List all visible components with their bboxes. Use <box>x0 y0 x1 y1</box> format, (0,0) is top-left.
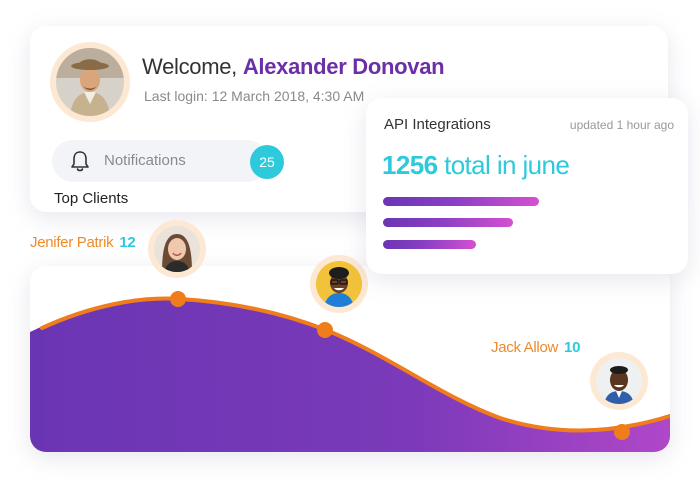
notifications-label: Notifications <box>104 152 186 169</box>
welcome-heading: Welcome, Alexander Donovan <box>142 54 445 80</box>
client-avatar-icon[interactable] <box>590 352 648 410</box>
api-integrations-card: API Integrations updated 1 hour ago 1256… <box>366 98 688 274</box>
notifications-count-badge: 25 <box>250 145 284 179</box>
client-label-jack: Jack Allow 10 <box>491 339 580 356</box>
api-progress-bar <box>383 240 476 249</box>
bell-icon <box>71 151 89 172</box>
api-total-text: 1256 total in june <box>382 150 570 181</box>
notifications-button[interactable]: Notifications 25 <box>52 140 284 182</box>
chart-point-1[interactable] <box>170 291 186 307</box>
chart-point-3[interactable] <box>614 424 630 440</box>
api-integrations-title: API Integrations <box>384 116 491 133</box>
api-total-number: 1256 <box>382 150 438 180</box>
client-label-jenifer: Jenifer Patrik 12 <box>30 234 136 251</box>
api-total-suffix: total in june <box>444 150 570 180</box>
user-avatar-icon[interactable] <box>50 42 130 122</box>
client-name: Jack Allow <box>491 339 559 356</box>
client-count: 12 <box>119 234 136 251</box>
client-name: Jenifer Patrik <box>30 234 114 251</box>
top-clients-title: Top Clients <box>54 190 129 207</box>
api-progress-bar <box>383 197 539 206</box>
client-avatar-icon[interactable] <box>310 255 368 313</box>
welcome-prefix: Welcome, <box>142 54 237 79</box>
user-name: Alexander Donovan <box>242 54 445 79</box>
api-progress-bar <box>383 218 513 227</box>
client-count: 10 <box>564 339 581 356</box>
client-avatar-icon[interactable] <box>148 220 206 278</box>
api-updated-text: updated 1 hour ago <box>569 118 674 132</box>
last-login-text: Last login: 12 March 2018, 4:30 AM <box>144 88 365 104</box>
chart-point-2[interactable] <box>317 322 333 338</box>
